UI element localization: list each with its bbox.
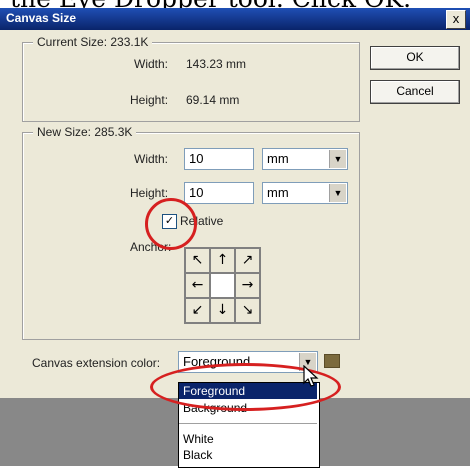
- new-width-label: Width:: [134, 152, 169, 166]
- anchor-top[interactable]: ↑: [210, 248, 235, 273]
- cancel-button[interactable]: Cancel: [370, 80, 460, 104]
- chevron-down-icon: ▼: [329, 150, 346, 168]
- chevron-down-icon: ▼: [329, 184, 346, 202]
- mouse-pointer-icon: [303, 365, 319, 387]
- current-width-label: Width:: [134, 57, 169, 71]
- anchor-center[interactable]: [210, 273, 235, 298]
- close-button[interactable]: x: [446, 10, 466, 29]
- anchor-bottom-right[interactable]: ↘: [235, 298, 260, 323]
- option-black[interactable]: Black: [179, 447, 317, 463]
- new-height-label: Height:: [130, 186, 169, 200]
- anchor-top-left[interactable]: ↖: [185, 248, 210, 273]
- anchor-bottom-left[interactable]: ↙: [185, 298, 210, 323]
- width-input[interactable]: 10: [184, 148, 254, 170]
- canvas-extension-value: Foreground: [183, 354, 251, 369]
- options-separator: [179, 423, 317, 424]
- anchor-left[interactable]: ←: [185, 273, 210, 298]
- canvas-size-dialog: Canvas Size x Current Size: 233.1K Width…: [0, 8, 470, 468]
- current-height-value: 69.14 mm: [186, 93, 240, 107]
- title-bar: Canvas Size x: [0, 8, 470, 30]
- anchor-top-right[interactable]: ↗: [235, 248, 260, 273]
- current-height-label: Height:: [130, 93, 169, 107]
- anchor-label: Anchor:: [130, 240, 172, 254]
- current-width-value: 143.23 mm: [186, 57, 247, 71]
- canvas-extension-options[interactable]: Foreground Background White Black: [178, 382, 320, 468]
- canvas-color-swatch[interactable]: [324, 354, 340, 368]
- option-foreground[interactable]: Foreground: [179, 383, 317, 399]
- option-background[interactable]: Background: [179, 400, 317, 416]
- ok-button[interactable]: OK: [370, 46, 460, 70]
- width-unit-value: mm: [267, 151, 289, 166]
- new-size-label: New Size: 285.3K: [33, 125, 137, 139]
- relative-label: Relative: [180, 214, 224, 228]
- anchor-grid[interactable]: ↖ ↑ ↗ ← → ↙ ↓ ↘: [184, 247, 261, 324]
- canvas-extension-select[interactable]: Foreground ▼: [178, 351, 318, 373]
- width-unit-select[interactable]: mm ▼: [262, 148, 348, 170]
- window-title: Canvas Size: [6, 11, 77, 25]
- current-size-label: Current Size: 233.1K: [33, 35, 153, 49]
- relative-checkbox[interactable]: ✓: [162, 214, 177, 229]
- option-white[interactable]: White: [179, 431, 317, 447]
- anchor-right[interactable]: →: [235, 273, 260, 298]
- current-size-group: Current Size: 233.1K: [22, 35, 360, 122]
- height-input[interactable]: 10: [184, 182, 254, 204]
- canvas-extension-label: Canvas extension color:: [32, 356, 161, 370]
- anchor-bottom[interactable]: ↓: [210, 298, 235, 323]
- height-unit-value: mm: [267, 185, 289, 200]
- height-unit-select[interactable]: mm ▼: [262, 182, 348, 204]
